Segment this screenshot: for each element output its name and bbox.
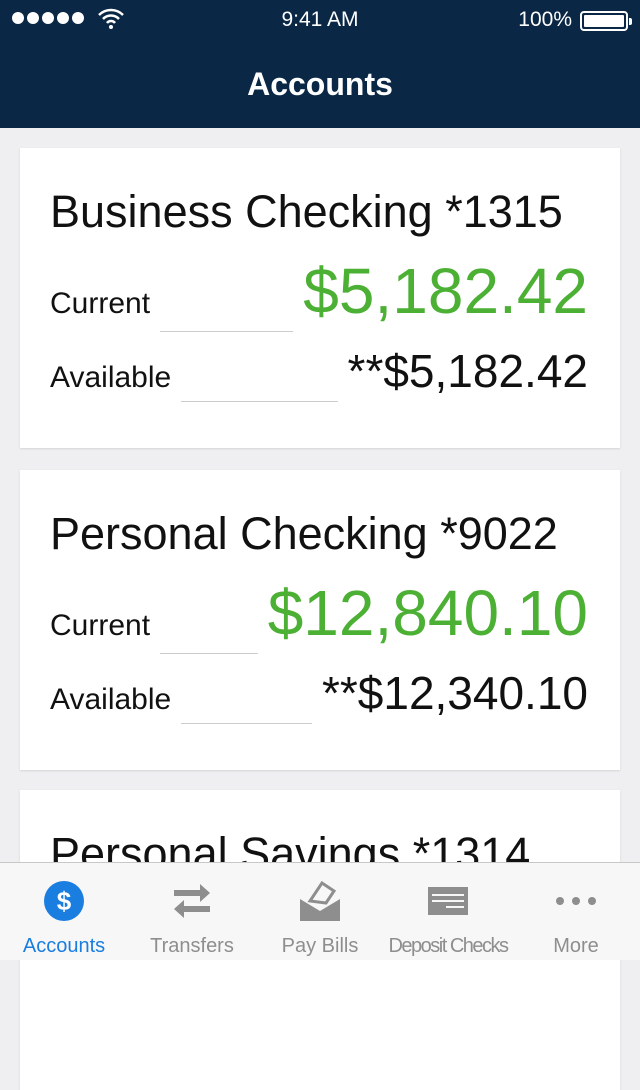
divider xyxy=(181,723,312,724)
tab-more[interactable]: More xyxy=(512,863,640,961)
available-balance-row: Available **$5,182.42 xyxy=(50,344,588,402)
available-balance-row: Available **$12,340.10 xyxy=(50,666,588,724)
tab-deposit-checks[interactable]: Deposit Checks xyxy=(384,863,512,961)
tab-label: Pay Bills xyxy=(281,935,359,957)
account-card[interactable]: Personal Checking *9022 Current $12,840.… xyxy=(20,470,620,770)
account-name: Business Checking *1315 xyxy=(50,186,563,237)
envelope-bill-icon xyxy=(300,881,340,921)
tab-accounts[interactable]: $ Accounts xyxy=(0,863,128,961)
page-title: Accounts xyxy=(247,66,393,102)
available-label: Available xyxy=(50,361,172,394)
tab-transfers[interactable]: Transfers xyxy=(128,863,256,961)
current-balance-row: Current $12,840.10 xyxy=(50,576,588,654)
current-label: Current xyxy=(50,287,151,320)
available-amount: **$5,182.42 xyxy=(347,345,588,397)
dollar-circle-icon: $ xyxy=(44,881,84,921)
more-dots-icon xyxy=(556,897,596,905)
current-label: Current xyxy=(50,609,151,642)
divider xyxy=(160,653,258,654)
account-name: Personal Checking *9022 xyxy=(50,508,558,559)
tab-label: Accounts xyxy=(22,935,106,957)
transfer-arrows-icon xyxy=(174,884,210,918)
current-amount: $5,182.42 xyxy=(303,255,588,327)
tab-bar: $ Accounts Transfers Pay Bills Deposit C… xyxy=(0,862,640,960)
divider xyxy=(160,331,294,332)
check-icon xyxy=(428,887,468,915)
current-balance-row: Current $5,182.42 xyxy=(50,254,588,332)
tab-label: Transfers xyxy=(150,935,234,957)
battery-icon xyxy=(580,11,632,31)
tab-pay-bills[interactable]: Pay Bills xyxy=(256,863,384,961)
tab-label: Deposit Checks xyxy=(388,935,509,957)
account-card[interactable]: Business Checking *1315 Current $5,182.4… xyxy=(20,148,620,448)
battery-percent: 100% xyxy=(518,8,572,31)
divider xyxy=(181,401,338,402)
tab-label: More xyxy=(553,935,599,957)
status-bar: 9:41 AM 100% xyxy=(0,8,640,34)
available-amount: **$12,340.10 xyxy=(321,667,588,719)
svg-text:$: $ xyxy=(57,886,72,916)
current-amount: $12,840.10 xyxy=(267,577,588,649)
nav-header: 9:41 AM 100% Accounts xyxy=(0,0,640,128)
available-label: Available xyxy=(50,683,172,716)
